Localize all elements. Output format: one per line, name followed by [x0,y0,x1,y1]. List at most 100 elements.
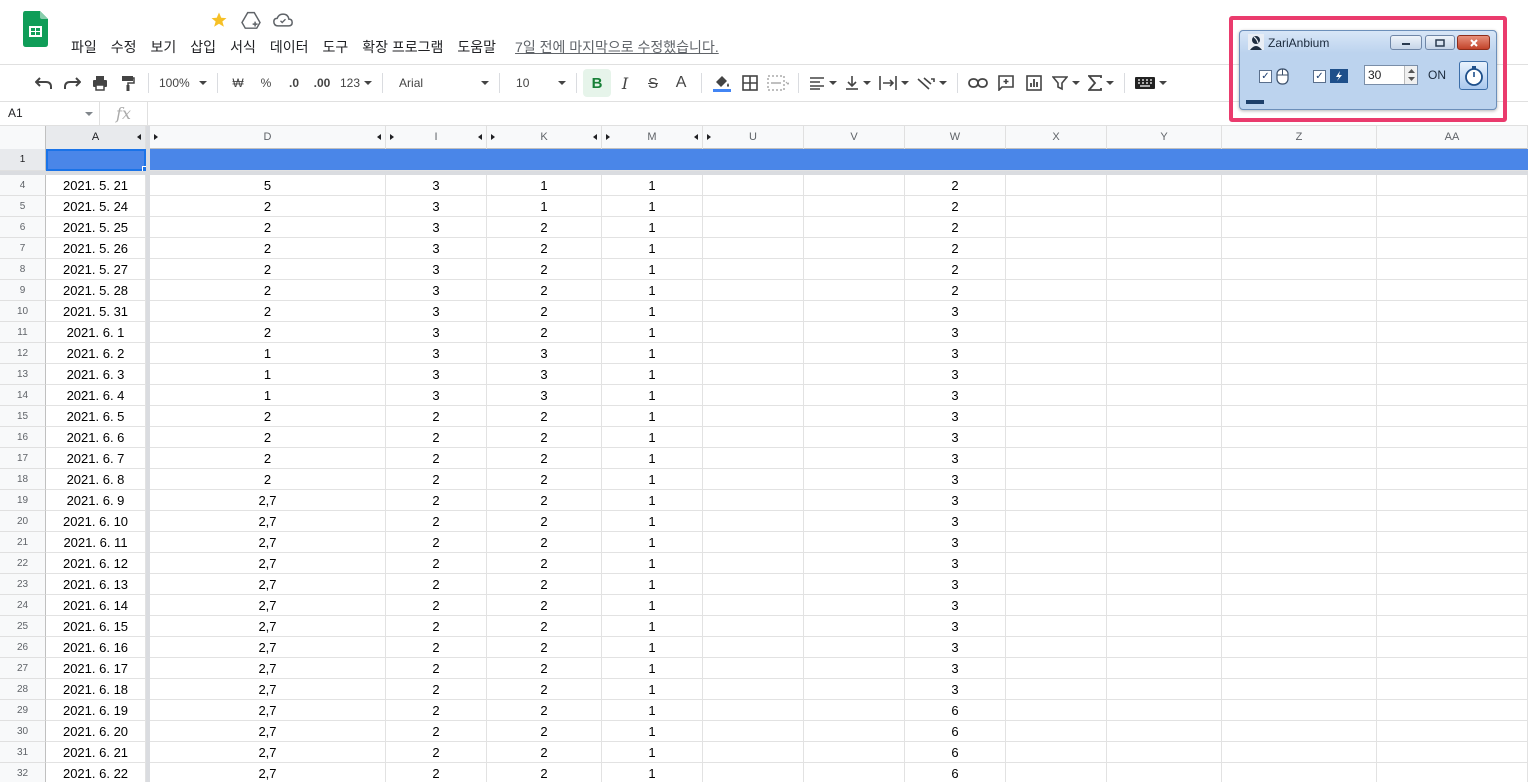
move-to-drive-icon[interactable] [240,9,262,31]
cell-i[interactable]: 3 [386,364,487,384]
bold-button[interactable]: B [583,69,612,97]
cell-k[interactable]: 2 [487,259,602,279]
insert-link-icon[interactable] [964,69,992,97]
cell-w[interactable]: 3 [905,637,1006,657]
cell-a[interactable]: 2021. 5. 21 [46,175,146,195]
selected-cell-a1[interactable] [46,149,146,171]
cell-m[interactable]: 1 [602,574,703,594]
cell-z[interactable] [1222,721,1377,741]
cell-a[interactable]: 2021. 5. 26 [46,238,146,258]
cell-z[interactable] [1222,511,1377,531]
cell-u[interactable] [703,259,804,279]
cell-y[interactable] [1107,616,1222,636]
menu-insert[interactable]: 삽입 [183,37,223,57]
cell-a[interactable]: 2021. 6. 22 [46,763,146,782]
cell-m[interactable]: 1 [602,259,703,279]
cell-x[interactable] [1006,448,1107,468]
cell-aa[interactable] [1377,721,1528,741]
cell-k[interactable]: 2 [487,574,602,594]
cell-d[interactable]: 2,7 [150,616,386,636]
cell-aa[interactable] [1377,553,1528,573]
cell-aa[interactable] [1377,658,1528,678]
cell-i[interactable]: 2 [386,448,487,468]
cell-a[interactable]: 2021. 6. 18 [46,679,146,699]
cell-d[interactable]: 2 [150,427,386,447]
cell-d[interactable]: 1 [150,343,386,363]
cell-v[interactable] [804,406,905,426]
cell-u[interactable] [703,679,804,699]
column-header-u[interactable]: U [703,126,804,149]
row-header[interactable]: 16 [0,427,46,448]
cell-w[interactable]: 3 [905,322,1006,342]
cell-x[interactable] [1006,574,1107,594]
column-header-aa[interactable]: AA [1377,126,1528,149]
cell-x[interactable] [1006,469,1107,489]
cell-d[interactable]: 2 [150,448,386,468]
cell-v[interactable] [804,322,905,342]
print-icon[interactable] [86,69,114,97]
menu-edit[interactable]: 수정 [104,37,144,57]
spinner-buttons[interactable] [1404,66,1417,84]
cell-u[interactable] [703,427,804,447]
cell-u[interactable] [703,406,804,426]
power-checkbox[interactable]: ✓ [1313,70,1326,83]
cell-aa[interactable] [1377,574,1528,594]
cell-w[interactable]: 6 [905,721,1006,741]
row-header[interactable]: 11 [0,322,46,343]
cell-w[interactable]: 3 [905,532,1006,552]
cell-v[interactable] [804,448,905,468]
cell-y[interactable] [1107,574,1222,594]
cell-w[interactable]: 3 [905,616,1006,636]
cell-w[interactable]: 3 [905,343,1006,363]
cell-y[interactable] [1107,196,1222,216]
cell-a[interactable]: 2021. 6. 11 [46,532,146,552]
column-header-v[interactable]: V [804,126,905,149]
cell-i[interactable]: 2 [386,427,487,447]
cell-d[interactable]: 2 [150,280,386,300]
vertical-align-icon[interactable] [841,69,875,97]
cell-m[interactable]: 1 [602,427,703,447]
cell-z[interactable] [1222,658,1377,678]
cell-u[interactable] [703,175,804,195]
cell-d[interactable]: 2,7 [150,532,386,552]
unhide-columns-icon[interactable] [154,134,158,140]
cell-k[interactable]: 2 [487,217,602,237]
cell-k[interactable]: 2 [487,322,602,342]
column-header-y[interactable]: Y [1107,126,1222,149]
cell-z[interactable] [1222,175,1377,195]
cell-i[interactable]: 2 [386,595,487,615]
cell-u[interactable] [703,700,804,720]
cell-aa[interactable] [1377,490,1528,510]
row-header[interactable]: 28 [0,679,46,700]
merge-cells-icon[interactable] [764,69,792,97]
cell-v[interactable] [804,175,905,195]
cell-x[interactable] [1006,679,1107,699]
cell-aa[interactable] [1377,511,1528,531]
cell-k[interactable]: 2 [487,637,602,657]
cell-a[interactable]: 2021. 5. 31 [46,301,146,321]
cell-a[interactable]: 2021. 5. 24 [46,196,146,216]
cell-v[interactable] [804,532,905,552]
cell-y[interactable] [1107,343,1222,363]
cell-m[interactable]: 1 [602,595,703,615]
row-header[interactable]: 12 [0,343,46,364]
row-header[interactable]: 15 [0,406,46,427]
cell-x[interactable] [1006,175,1107,195]
cell-v[interactable] [804,553,905,573]
mouse-checkbox[interactable]: ✓ [1259,70,1272,83]
cell-i[interactable]: 2 [386,574,487,594]
insert-comment-icon[interactable] [992,69,1020,97]
cell-k[interactable]: 2 [487,532,602,552]
text-wrap-icon[interactable] [875,69,913,97]
cell-y[interactable] [1107,427,1222,447]
cell-u[interactable] [703,616,804,636]
cell-m[interactable]: 1 [602,175,703,195]
cell-d[interactable]: 2,7 [150,511,386,531]
row-header[interactable]: 18 [0,469,46,490]
menu-view[interactable]: 보기 [144,37,184,57]
cell-u[interactable] [703,595,804,615]
cell-y[interactable] [1107,595,1222,615]
cell-z[interactable] [1222,637,1377,657]
cell-i[interactable]: 3 [386,301,487,321]
cell-aa[interactable] [1377,595,1528,615]
